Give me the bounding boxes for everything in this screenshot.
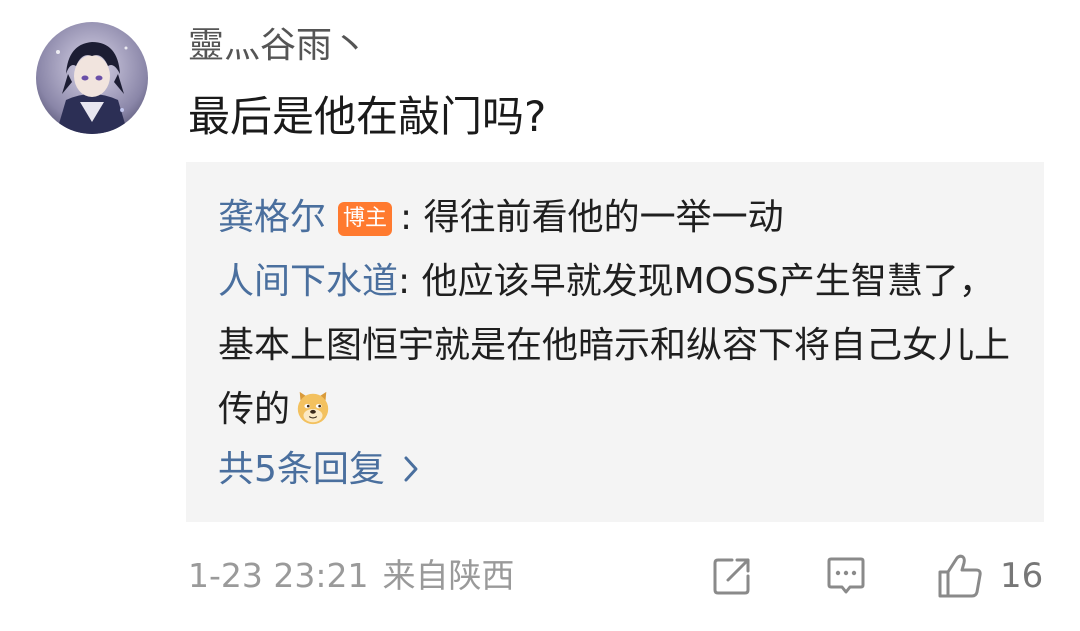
share-button[interactable] [710, 550, 754, 602]
view-all-replies-link[interactable]: 共5条回复 [218, 438, 419, 502]
username[interactable]: 靈灬谷雨丶 [188, 22, 368, 70]
thumbs-up-icon [938, 554, 982, 598]
timestamp: 1-23 23:21 [188, 556, 369, 595]
comment-meta: 1-23 23:21 来自陕西 [188, 552, 515, 600]
reply-item[interactable]: 人间下水道: 他应该早就发现MOSS产生智慧了，基本上图恒宇就是在他暗示和纵容下… [218, 250, 1018, 442]
doge-emoji-icon [297, 391, 329, 425]
comment-icon [827, 557, 865, 594]
reply-author[interactable]: 龚格尔 [218, 197, 326, 238]
like-count: 16 [1000, 556, 1044, 596]
reply-text: 得往前看他的一举一动 [423, 197, 784, 238]
like-button[interactable]: 16 [936, 550, 1043, 602]
reply-item[interactable]: 龚格尔 博主: 得往前看他的一举一动 [218, 186, 784, 250]
replies-box: 龚格尔 博主: 得往前看他的一举一动 人间下水道: 他应该早就发现MOSS产生智慧… [186, 162, 1044, 522]
anime-avatar-icon [36, 22, 148, 134]
chevron-right-icon [404, 456, 418, 482]
reply-separator: : [400, 197, 424, 238]
avatar[interactable] [36, 22, 148, 134]
more-replies-label: 共5条回复 [218, 449, 385, 490]
author-badge: 博主 [338, 202, 393, 236]
reply-author[interactable]: 人间下水道 [218, 261, 398, 302]
comment-text: 最后是他在敲门吗? [188, 92, 547, 141]
reply-separator: : [398, 261, 422, 302]
location: 来自陕西 [382, 556, 515, 595]
share-icon [713, 558, 750, 595]
comment-button[interactable] [824, 550, 868, 602]
